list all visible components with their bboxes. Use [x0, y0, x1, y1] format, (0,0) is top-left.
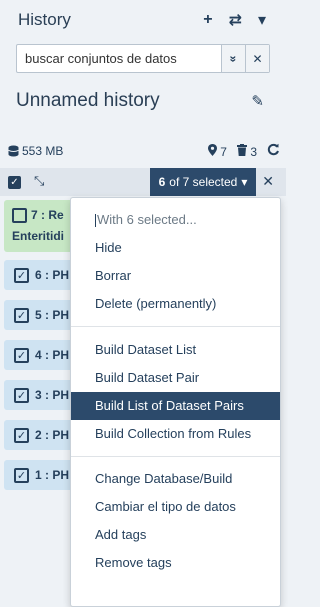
item-checkbox[interactable]: ✓ [14, 267, 29, 283]
menu-item-delete[interactable]: Borrar [71, 262, 280, 290]
menu-item-build-list[interactable]: Build Dataset List [71, 336, 280, 364]
menu-item-remove-tags[interactable]: Remove tags [71, 549, 280, 577]
history-item-2[interactable]: ✓ 2 : PH [4, 420, 76, 450]
menu-item-purge[interactable]: Delete (permanently) [71, 290, 280, 318]
panel-title: History [18, 10, 71, 29]
item-title: 5 : PH [35, 308, 70, 322]
item-title: 1 : PH [35, 468, 70, 482]
history-options-icon[interactable]: ▾ [258, 10, 266, 30]
selection-dropdown-button[interactable]: 6 of 7 selected ▾ [150, 168, 256, 196]
size-value: 553 MB [22, 144, 64, 158]
menu-header: With 6 selected... [95, 212, 197, 228]
history-item-3[interactable]: ✓ 3 : PH [4, 380, 76, 410]
history-name: Unnamed history [16, 90, 160, 111]
item-title: 2 : PH [35, 428, 70, 442]
deleted-count-value: 3 [250, 144, 257, 159]
item-checkbox[interactable]: ✓ [14, 467, 29, 483]
header-actions: + ⇄ ▾ [203, 10, 266, 30]
close-icon: ✕ [252, 51, 263, 66]
item-checkbox[interactable]: ✓ [14, 427, 29, 443]
item-title: 4 : PH [35, 348, 70, 362]
history-panel: History + ⇄ ▾ » ✕ Unnamed history ✎ 553 … [0, 0, 286, 607]
item-checkbox[interactable]: ✓ [14, 307, 29, 323]
database-icon [8, 145, 19, 157]
selection-menu: With 6 selected... Hide Borrar Delete (p… [70, 197, 281, 607]
map-marker-icon [207, 143, 217, 156]
history-size[interactable]: 553 MB [8, 144, 63, 158]
clear-search-button[interactable]: ✕ [245, 45, 269, 72]
history-item-7[interactable]: 7 : Re Enteritidi [4, 200, 76, 252]
reset-selection-button[interactable]: ✕ [262, 173, 274, 190]
menu-item-build-pair[interactable]: Build Dataset Pair [71, 364, 280, 392]
deleted-count[interactable]: 3 [236, 143, 257, 159]
item-title: 7 : Re [31, 208, 64, 222]
history-item-1[interactable]: ✓ 1 : PH [4, 460, 76, 490]
text-cursor [95, 214, 96, 228]
item-checkbox[interactable]: ✓ [14, 347, 29, 363]
menu-item-hide[interactable]: Hide [71, 234, 280, 262]
create-history-icon[interactable]: + [203, 11, 212, 29]
edit-history-icon[interactable]: ✎ [251, 92, 264, 110]
menu-divider [71, 456, 280, 457]
selected-count: 6 [158, 175, 166, 189]
refresh-icon[interactable] [267, 143, 280, 159]
menu-item-add-tags[interactable]: Add tags [71, 521, 280, 549]
shown-count-value: 7 [220, 144, 227, 159]
select-all-checkbox[interactable]: ✓ [8, 176, 21, 189]
menu-divider [71, 326, 280, 327]
double-chevron-down-icon: » [226, 55, 241, 62]
search-box: » ✕ [16, 44, 270, 73]
menu-item-build-list-paired[interactable]: Build List of Dataset Pairs [71, 392, 280, 420]
item-title: 3 : PH [35, 388, 70, 402]
menu-item-change-dbkey[interactable]: Change Database/Build [71, 465, 280, 493]
switch-history-icon[interactable]: ⇄ [229, 10, 242, 30]
collapse-expanded-icon[interactable]: ⤡ [34, 173, 44, 189]
shown-count[interactable]: 7 [207, 143, 227, 159]
item-checkbox[interactable]: ✓ [14, 387, 29, 403]
item-title: 6 : PH [35, 268, 70, 282]
menu-item-build-from-rules[interactable]: Build Collection from Rules [71, 420, 280, 448]
caret-down-icon: ▾ [241, 175, 248, 189]
menu-item-change-datatype[interactable]: Cambiar el tipo de datos [71, 493, 280, 521]
trash-icon [236, 143, 247, 156]
item-subtitle: Enteritidi [12, 229, 65, 244]
advanced-search-button[interactable]: » [221, 45, 245, 72]
history-stats: 553 MB 7 3 [8, 143, 280, 159]
search-input[interactable] [17, 45, 221, 72]
selection-label: of 7 selected [169, 175, 238, 189]
item-checkbox[interactable] [12, 208, 27, 224]
history-item-6[interactable]: ✓ 6 : PH [4, 260, 76, 290]
history-item-5[interactable]: ✓ 5 : PH [4, 300, 76, 330]
history-item-4[interactable]: ✓ 4 : PH [4, 340, 76, 370]
